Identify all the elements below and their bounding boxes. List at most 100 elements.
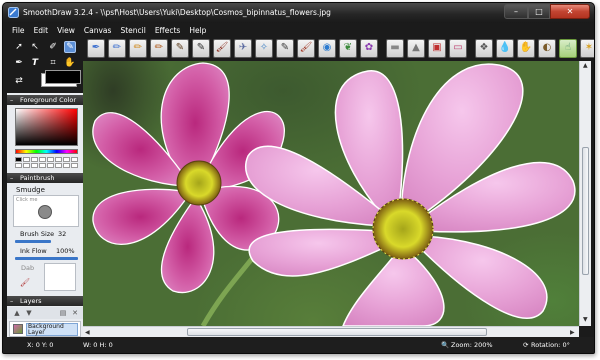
collapse-icon: –	[10, 297, 14, 305]
text-tool-icon[interactable]: T	[29, 57, 41, 69]
eraser-icon[interactable]: ▭	[449, 39, 467, 58]
ink-flow-label: Ink Flow	[20, 247, 47, 255]
palette-swatch[interactable]	[39, 157, 46, 162]
spray-icon[interactable]: ✧	[255, 39, 273, 58]
drawing-canvas[interactable]	[83, 61, 579, 326]
collapse-icon: –	[10, 96, 14, 104]
block-icon[interactable]: ▬	[386, 39, 404, 58]
layer-up-icon[interactable]: ▲	[11, 307, 23, 319]
dab-preview[interactable]	[44, 263, 76, 291]
palette-swatch[interactable]	[23, 163, 30, 168]
brush-icon[interactable]: 🖌	[213, 39, 231, 58]
layer-down-icon[interactable]: ▼	[23, 307, 35, 319]
status-bar: X: 0 Y: 0 W: 0 H: 0 🔍 Zoom: 200% ⟳ Rotat…	[3, 337, 594, 353]
palette-swatch[interactable]	[31, 163, 38, 168]
airbrush-icon[interactable]: ✈	[234, 39, 252, 58]
menu-stencil[interactable]: Stencil	[120, 23, 145, 37]
smudge-brush-icon[interactable]: ☝	[559, 39, 577, 58]
chalk-icon[interactable]: ✏	[129, 39, 147, 58]
stamp-icon[interactable]: ▣	[428, 39, 446, 58]
foreground-color-title: Foreground Color	[20, 96, 77, 104]
brush-size-value: 32	[58, 230, 67, 238]
palette-swatch[interactable]	[71, 163, 78, 168]
brush-size-label: Brush Size	[20, 230, 55, 238]
left-flower-center	[176, 160, 222, 206]
cursor-icon[interactable]: ➚	[13, 41, 25, 53]
scroll-down-icon[interactable]: ▼	[583, 316, 588, 323]
palette-swatch[interactable]	[55, 157, 62, 162]
dab-brush-icon: 🖌	[19, 278, 31, 287]
hand-pan-icon[interactable]: ✋	[64, 57, 76, 69]
menu-help[interactable]: Help	[189, 23, 206, 37]
oil-brush-icon[interactable]: 🖌	[297, 39, 315, 58]
scroll-up-icon[interactable]: ▲	[583, 62, 588, 69]
blur-icon[interactable]: ◉	[318, 39, 336, 58]
delete-layer-icon[interactable]: ✕	[69, 307, 81, 319]
paintbrush-tool-icon[interactable]: ✎	[64, 41, 76, 53]
close-button[interactable]: ✕	[550, 4, 590, 19]
layers-header[interactable]: – Layers	[7, 296, 83, 306]
select-arrow-icon[interactable]: ↖	[29, 41, 41, 53]
horizontal-scroll-thumb[interactable]	[187, 328, 487, 336]
palette-swatch[interactable]	[23, 157, 30, 162]
smudge-icon[interactable]: ✋	[517, 39, 535, 58]
brush-preview[interactable]: Click me	[13, 195, 79, 227]
app-icon	[8, 7, 19, 18]
new-layer-icon[interactable]: ▤	[57, 307, 69, 319]
marker-icon[interactable]: ✎	[192, 39, 210, 58]
charcoal-icon[interactable]: ✎	[171, 39, 189, 58]
crayon-icon[interactable]: ✏	[150, 39, 168, 58]
color-gradient-picker[interactable]	[15, 108, 78, 146]
vertical-scrollbar[interactable]: ▲ ▼	[579, 61, 591, 326]
menu-file[interactable]: File	[12, 23, 25, 37]
grass-icon[interactable]: ❦	[339, 39, 357, 58]
flower-brush-icon[interactable]: ✿	[360, 39, 378, 58]
foreground-color-header[interactable]: – Foreground Color	[7, 95, 83, 105]
palette-swatch[interactable]	[63, 157, 70, 162]
pen-icon[interactable]: ✒	[87, 39, 105, 58]
eyedropper-icon[interactable]: ✐	[47, 41, 59, 53]
palette-swatch[interactable]	[15, 163, 22, 168]
palette-swatch[interactable]	[55, 163, 62, 168]
palette-swatch[interactable]	[39, 163, 46, 168]
left-panel: ➚ ↖ ✐ ✎ ✒ T ⌗ ✋ ⇄ – Foreground Color – P…	[7, 39, 83, 337]
foreground-color-swatch[interactable]	[45, 70, 81, 84]
menu-canvas[interactable]: Canvas	[84, 23, 112, 37]
horizontal-scrollbar[interactable]: ◀ ▶	[83, 326, 579, 337]
layers-toolbar: ▲ ▼ ▤ ✕	[7, 307, 83, 319]
menu-effects[interactable]: Effects	[155, 23, 181, 37]
palette-swatch[interactable]	[15, 157, 22, 162]
menu-edit[interactable]: Edit	[34, 23, 49, 37]
pencil-icon[interactable]: ✏	[108, 39, 126, 58]
palette-swatch[interactable]	[47, 163, 54, 168]
pattern-icon[interactable]: ❖	[475, 39, 493, 58]
dodge-icon[interactable]: ◐	[538, 39, 556, 58]
palette-swatch[interactable]	[31, 157, 38, 162]
hue-slider[interactable]	[15, 149, 78, 154]
layers-title: Layers	[20, 297, 42, 305]
scroll-left-icon[interactable]: ◀	[85, 329, 90, 336]
dab-label: Dab	[21, 264, 35, 272]
zoom-icon: 🔍	[441, 341, 450, 349]
ink-flow-slider[interactable]	[15, 257, 78, 260]
app-window: SmoothDraw 3.2.4 - \\psf\Host\Users\Yuki…	[2, 2, 595, 354]
layer-row[interactable]: Background Layer	[9, 321, 81, 337]
scroll-right-icon[interactable]: ▶	[570, 329, 575, 336]
menu-view[interactable]: View	[57, 23, 75, 37]
minimize-button[interactable]: –	[504, 4, 528, 19]
color-palette	[15, 157, 78, 168]
maximize-button[interactable]: □	[528, 4, 550, 19]
paintbrush-header[interactable]: – Paintbrush	[7, 173, 83, 183]
sparkle-icon[interactable]: ✶	[580, 39, 594, 58]
crop-icon[interactable]: ⌗	[47, 57, 59, 69]
palette-swatch[interactable]	[47, 157, 54, 162]
pencil-icon[interactable]: ✎	[276, 39, 294, 58]
palette-swatch[interactable]	[71, 157, 78, 162]
swap-colors-icon[interactable]: ⇄	[13, 75, 25, 87]
color-picker-icon[interactable]: ✒	[13, 57, 25, 69]
brush-size-slider[interactable]	[15, 240, 51, 243]
vertical-scroll-thumb[interactable]	[582, 147, 589, 275]
shape-icon[interactable]: ▲	[407, 39, 425, 58]
palette-swatch[interactable]	[63, 163, 70, 168]
water-drop-icon[interactable]: 💧	[496, 39, 514, 58]
